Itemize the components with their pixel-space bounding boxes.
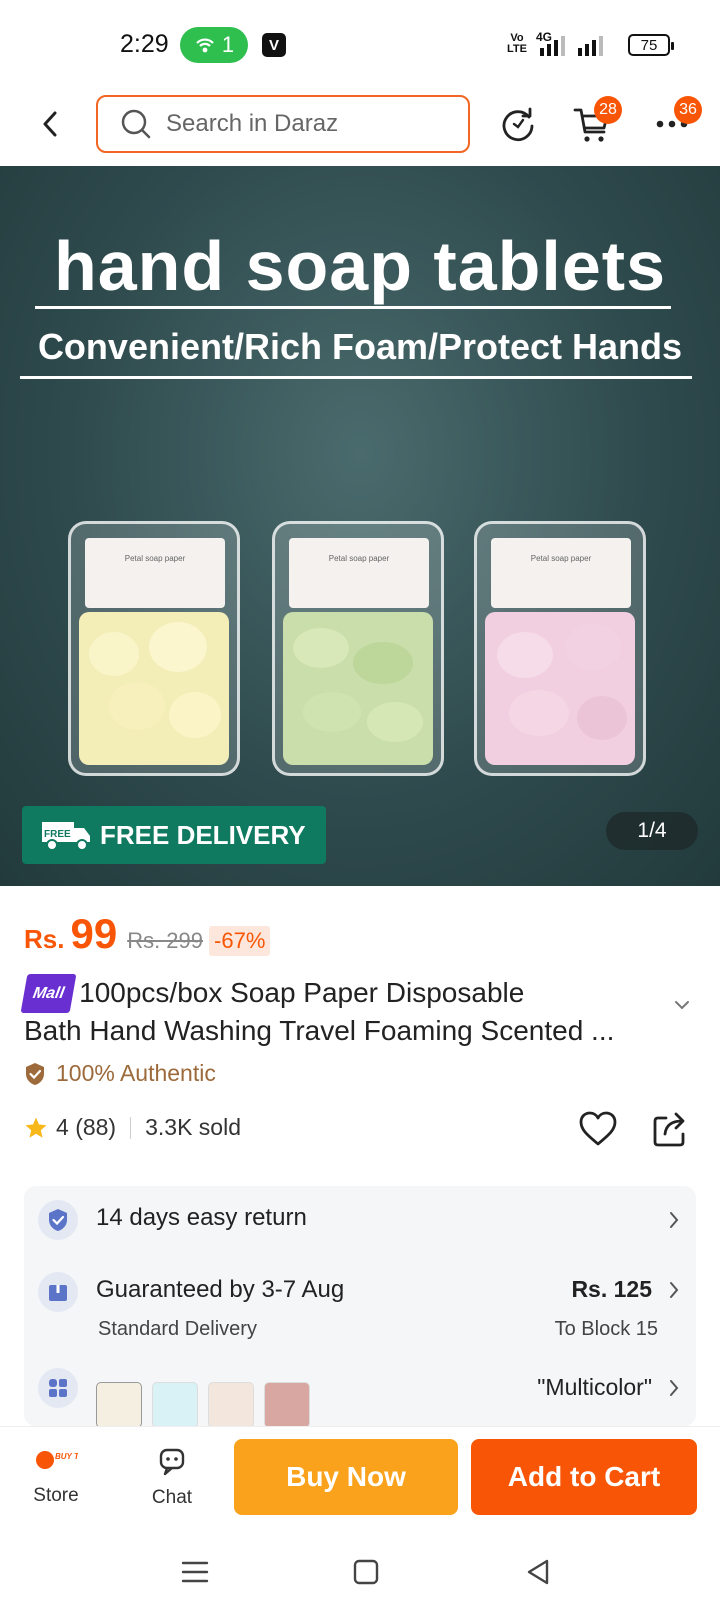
signal-icon-2 [578,36,603,56]
delivery-row[interactable]: Guaranteed by 3-7 Aug Standard Delivery … [24,1256,696,1366]
service-info-card: 14 days easy return Guaranteed by 3-7 Au… [24,1186,696,1426]
chat-button[interactable]: Chat [132,1447,212,1509]
recent-apps-button[interactable] [175,1552,215,1592]
add-to-cart-button[interactable]: Add to Cart [471,1439,697,1515]
more-button[interactable]: 36 [650,96,702,146]
back-triangle-icon [527,1559,549,1585]
back-arrow-icon [43,111,57,137]
price-currency: Rs. [24,924,65,954]
chevron-right-icon-3 [670,1380,679,1396]
heart-icon [579,1111,617,1146]
chevron-down-icon [675,1001,689,1010]
signal-icon [540,36,565,56]
variant-thumb-2[interactable] [152,1382,198,1426]
refresh-button[interactable] [496,102,540,146]
system-back-button[interactable] [518,1552,558,1592]
delivery-price: Rs. 125 [571,1276,652,1302]
cart-count-badge: 28 [594,96,622,124]
free-icon-text: FREE [44,829,71,840]
hero-subtitle: Convenient/Rich Foam/Protect Hands [37,326,683,367]
buy-now-button[interactable]: Buy Now [234,1439,458,1515]
menu-icon [181,1561,209,1583]
current-price: 99 [70,910,118,957]
star-icon [25,1117,47,1138]
free-delivery-label: FREE DELIVERY [100,819,306,850]
battery-icon: 75 [628,34,674,56]
back-button[interactable] [30,104,70,144]
mall-badge: Mall [20,974,77,1013]
chevron-right-icon-2 [670,1282,679,1298]
variant-label: "Multicolor" [537,1374,652,1400]
variant-grid-icon [38,1368,78,1408]
store-button[interactable]: BUY Today Store [16,1447,98,1507]
hero-divider-2 [20,376,692,379]
more-count-badge: 36 [674,96,702,124]
sold-count: 3.3K sold [145,1114,241,1140]
rating-row[interactable]: 4 (88) 3.3K sold [24,1114,241,1141]
price-row: Rs. 99 Rs. 299 -67% [24,910,271,958]
app-notification-icon: V [262,33,286,57]
box-label-2: Petal soap paper [289,538,429,608]
search-icon [121,109,151,139]
title-line-2: Bath Hand Washing Travel Foaming Scented… [24,1015,615,1046]
status-bar: 2:29 1 V Vo LTE 4G 75 [0,0,720,88]
chat-icon [159,1448,185,1476]
hotspot-count: 1 [221,32,235,57]
chevron-right-icon [670,1212,679,1228]
buy-today-logo-icon: BUY Today [36,1451,98,1469]
delivery-truck-icon: FREE [42,822,90,851]
hero-divider [35,306,671,309]
delivery-box-icon [38,1272,78,1312]
variant-thumb-1[interactable] [96,1382,142,1426]
home-square-icon [353,1559,379,1585]
wishlist-button[interactable] [578,1110,618,1153]
review-count: (88) [75,1114,117,1140]
refresh-icon [502,107,534,142]
hotspot-indicator: 1 [180,27,248,63]
soap-box-pink: Petal soap paper [474,521,646,776]
share-icon [653,1112,685,1147]
product-image[interactable]: hand soap tablets Convenient/Rich Foam/P… [0,166,720,886]
clock: 2:29 [120,30,169,58]
delivery-location: To Block 15 [554,1318,658,1340]
return-policy-row[interactable]: 14 days easy return [24,1186,696,1256]
store-label: Store [33,1485,79,1506]
delivery-date: Guaranteed by 3-7 Aug [96,1276,345,1303]
share-button[interactable] [652,1110,688,1153]
rating-value: 4 [56,1114,69,1140]
system-nav-bar [0,1526,720,1612]
variant-thumbnails [96,1382,310,1426]
search-input[interactable]: Search in Daraz [96,95,470,153]
cart-button[interactable]: 28 [570,96,622,146]
title-line-1: 100pcs/box Soap Paper Disposable [79,977,525,1008]
chat-label: Chat [151,1487,193,1508]
box-label: Petal soap paper [85,538,225,608]
variant-thumb-4[interactable] [264,1382,310,1426]
soap-box-yellow: Petal soap paper [68,521,240,776]
discount-badge: -67% [209,926,271,956]
divider [130,1116,132,1139]
action-bar: BUY Today Store Chat Buy Now Add to Cart [0,1426,720,1526]
expand-title-button[interactable] [672,998,692,1017]
search-placeholder: Search in Daraz [166,110,339,137]
free-delivery-badge: FREE FREE DELIVERY [22,806,326,864]
top-nav: Search in Daraz 28 36 [0,88,720,166]
hotspot-icon [196,38,214,53]
hero-title: hand soap tablets [53,227,667,305]
box-label-3: Petal soap paper [491,538,631,608]
original-price: Rs. 299 [127,928,204,953]
authentic-badge: 100% Authentic [24,1060,216,1087]
volte-indicator: Vo LTE [507,32,527,55]
return-label: 14 days easy return [96,1204,307,1231]
variant-thumb-3[interactable] [208,1382,254,1426]
shield-return-icon [38,1200,78,1240]
authentic-label: 100% Authentic [56,1060,216,1086]
shield-check-icon [26,1062,44,1085]
delivery-type: Standard Delivery [98,1318,257,1340]
product-title[interactable]: Mall 100pcs/box Soap Paper Disposable Bat… [20,974,664,1048]
soap-box-green: Petal soap paper [272,521,444,776]
home-button[interactable] [346,1552,386,1592]
store-logo-text: BUY Today [55,1452,78,1461]
image-counter: 1/4 [606,812,698,850]
